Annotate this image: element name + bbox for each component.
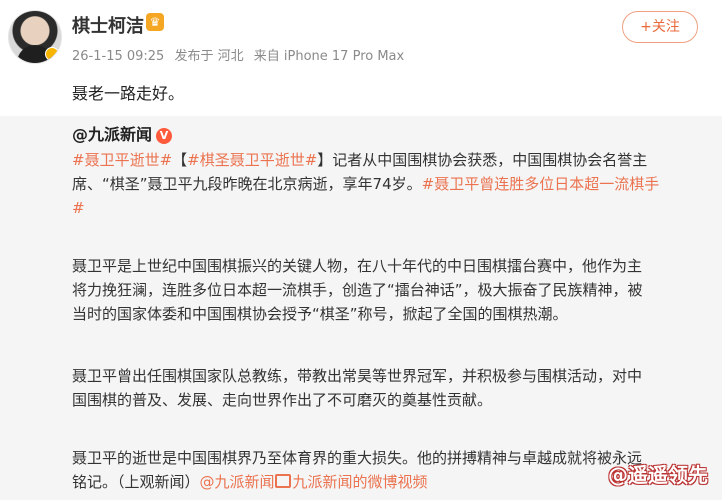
hashtag-link[interactable]: #聂卫平曾连胜多位日本超一流棋手 — [422, 175, 660, 193]
body-text: 铭记。（上观新闻） — [72, 473, 200, 491]
repost-source: @九派新闻 V — [72, 121, 173, 145]
para1-line2: 席、“棋圣”聂卫平九段昨晚在北京病逝，享年74岁。#聂卫平曾连胜多位日本超一流棋… — [72, 172, 702, 196]
post-location: 发布于 河北 — [174, 49, 244, 64]
hashtag-link[interactable]: #棋圣聂卫平逝世# — [187, 151, 317, 169]
repost-paragraph-1: #聂卫平逝世#【#棋圣聂卫平逝世#】记者从中国围棋协会获悉，中国围棋协会名誉主 … — [72, 148, 702, 220]
repost-paragraph-2: 聂卫平是上世纪中国围棋振兴的关键人物，在八十年代的中日围棋擂台赛中，他作为主 将… — [72, 254, 702, 326]
para3-line: 聂卫平曾出任围棋国家队总教练，带教出常昊等世界冠军，并积极参与围棋活动，对中 — [72, 367, 643, 385]
repost-paragraph-3: 聂卫平曾出任围棋国家队总教练，带教出常昊等世界冠军，并积极参与围棋活动，对中 国… — [72, 364, 702, 412]
para2-line: 将力挽狂澜，连胜多位日本超一流棋手，创造了“擂台神话”，极大振奋了民族精神，被 — [72, 281, 643, 299]
body-text: 】记者从中国围棋协会获悉，中国围棋协会名誉主 — [317, 151, 648, 169]
avatar[interactable] — [8, 10, 62, 64]
verified-badge-icon: V — [156, 128, 173, 144]
para3-line: 国围棋的普及、发展、走向世界作出了不可磨灭的奠基性贡献。 — [72, 391, 493, 409]
author-name[interactable]: 棋士柯洁 — [72, 12, 144, 38]
post-header: 棋士柯洁 ♛ 26-1-15 09:25 发布于 河北 来自 iPhone 17… — [0, 0, 722, 116]
watermark: @遥遥领先 — [608, 463, 708, 487]
post-text: 聂老一路走好。 — [72, 84, 185, 103]
video-link[interactable]: 九派新闻的微博视频 — [293, 473, 428, 491]
bracket-text: 【 — [172, 151, 188, 169]
verified-dot-icon — [45, 47, 59, 61]
vip-crown-icon: ♛ — [146, 13, 164, 31]
follow-button[interactable]: +关注 — [622, 11, 698, 43]
video-icon — [274, 474, 291, 488]
hashtag-link[interactable]: # — [72, 199, 85, 217]
para2-line: 当时的国家体委和中国围棋协会授予“棋圣”称号，掀起了全国的围棋热潮。 — [72, 305, 568, 323]
hashtag-link[interactable]: #聂卫平逝世# — [72, 151, 172, 169]
body-text: 席、“棋圣”聂卫平九段昨晚在北京病逝，享年74岁。 — [72, 175, 422, 193]
para1-line3: # — [72, 196, 702, 220]
repost-source-link[interactable]: @九派新闻 — [72, 125, 152, 144]
mention-link[interactable]: @九派新闻 — [200, 473, 275, 491]
post-device: 来自 iPhone 17 Pro Max — [253, 49, 405, 64]
para2-line: 聂卫平是上世纪中国围棋振兴的关键人物，在八十年代的中日围棋擂台赛中，他作为主 — [72, 257, 643, 275]
post-timestamp[interactable]: 26-1-15 09:25 — [72, 49, 164, 64]
para1-line1: #聂卫平逝世#【#棋圣聂卫平逝世#】记者从中国围棋协会获悉，中国围棋协会名誉主 — [72, 148, 702, 172]
post-meta: 26-1-15 09:25 发布于 河北 来自 iPhone 17 Pro Ma… — [72, 45, 410, 64]
